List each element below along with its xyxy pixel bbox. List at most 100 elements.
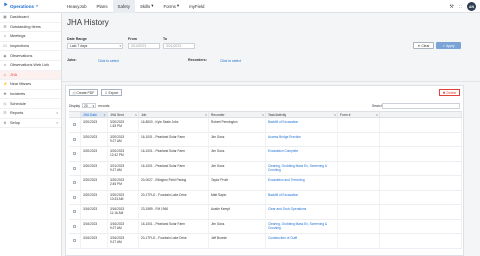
checkbox[interactable] [73, 123, 76, 126]
column-label: Form # [340, 112, 351, 117]
jha-icon: ⚠ [3, 72, 7, 77]
checkbox[interactable] [73, 195, 76, 199]
table-row[interactable]: 3/20/2023 3/20/2023 12:42 PM 16-1001 - Pea… [69, 147, 462, 162]
near-miss-icon: ⚡ [3, 82, 8, 87]
checkbox[interactable] [73, 210, 76, 213]
sidebar-item-label: Meetings [10, 34, 26, 39]
sidebar-item-incidents[interactable]: ✚ Incidents [0, 90, 61, 100]
cell-job: 16-1001 - Pearland Solar Farm [139, 161, 209, 175]
close-icon: ✕ [417, 43, 421, 48]
table-row[interactable]: 3/20/2023 3/21/2023 9:27 AM 16-1001 - Pear… [69, 161, 462, 176]
column-select[interactable] [69, 112, 81, 117]
sidebar-item-jha[interactable]: ⚠ JHA [0, 70, 61, 81]
table-row[interactable]: 3/20/2023 3/20/2023 10:33 AM 20-1TFLD - Fo… [69, 190, 462, 205]
brand-name: Operations [9, 3, 35, 9]
clear-button[interactable]: ✕ Clear [413, 42, 434, 49]
avatar[interactable]: AN [467, 2, 476, 11]
table-row[interactable]: 3/20/2023 3/20/2023 1:53 PM 16-8000 - Kyle… [69, 118, 462, 133]
column-form-number[interactable]: Form # ⇅ [338, 112, 380, 117]
sidebar-item-observations-web-link[interactable]: ∞ Observations Web Link [0, 61, 61, 71]
nav-heavyjob[interactable]: HeavyJob [62, 0, 92, 13]
table-row[interactable]: 3/16/2023 3/16/2023 9:27 AM 16-1001 - Pear… [69, 219, 462, 234]
chevron-down-icon: ▾ [151, 3, 154, 8]
cell-jha-sent: 3/20/2023 12:42 PM [108, 147, 139, 161]
tools-icon[interactable]: ⚒ [449, 4, 453, 10]
cell-jha-date: 3/20/2023 [81, 132, 108, 146]
nav-myfield[interactable]: myField [184, 0, 209, 13]
export-button[interactable]: ⇩ Export [101, 89, 122, 96]
chevron-down-icon: ▾ [119, 44, 121, 48]
nav-label: myField [189, 3, 205, 9]
cell-jha-date: 3/16/2023 [81, 234, 108, 248]
cell-job: 16-1001 - Pearland Solar Farm [139, 132, 209, 146]
inspections-icon: ☑ [3, 44, 7, 49]
sidebar-item-near-misses[interactable]: ⚡ Near Misses [0, 80, 61, 90]
cell-recorder: Austin Kempf [209, 205, 266, 219]
nav-safety[interactable]: Safety [112, 0, 135, 13]
delete-button[interactable]: ✖ Delete [439, 89, 460, 96]
cell-task-activity[interactable]: Construction of Outfl [266, 234, 338, 248]
top-right-controls: ⚒ ∷ AN [449, 2, 476, 11]
checkbox[interactable] [73, 152, 76, 155]
column-jha-date[interactable]: JHA Date ▼ [81, 112, 108, 117]
sidebar-item-observations[interactable]: ◉ Observations [0, 51, 61, 61]
cell-task-activity[interactable]: Backfill of Excavation [266, 190, 338, 204]
search-input[interactable] [382, 103, 460, 109]
row-checkbox [69, 234, 81, 248]
to-date-input[interactable]: 3/21/2023 [163, 43, 195, 49]
gear-icon: ⚙ [3, 120, 7, 125]
checkbox[interactable] [73, 137, 76, 141]
sidebar-item-schedule[interactable]: ◷ Schedule [0, 99, 61, 109]
apps-grid-icon[interactable]: ∷ [459, 4, 462, 10]
sidebar-item-label: Outstanding Items [10, 24, 41, 29]
column-job[interactable]: Job ⇅ [139, 112, 209, 117]
recorders-select-link[interactable]: Click to select [220, 59, 241, 63]
cell-jha-date: 3/20/2023 [81, 118, 108, 132]
cell-jha-date: 3/20/2023 [81, 161, 108, 175]
sidebar-item-setup[interactable]: ⚙ Setup ▾ [0, 119, 61, 129]
checkbox[interactable] [73, 224, 76, 228]
checkbox[interactable] [73, 181, 76, 184]
table-row[interactable]: 3/16/2023 3/16/2023 9:27 AM 20-1TFLD - Fou… [69, 234, 462, 249]
app-switcher[interactable]: ⯈ Operations ▾ [0, 3, 62, 10]
cell-jha-date: 3/16/2023 [81, 219, 108, 233]
cell-task-activity[interactable]: Clearing, Grubbing Mass Ex, Screening & … [266, 161, 338, 175]
checkbox[interactable] [73, 166, 76, 170]
page-size-select[interactable]: 20 ▾ [82, 103, 97, 108]
sidebar-item-inspections[interactable]: ☑ Inspections [0, 42, 61, 52]
cell-form-number [338, 132, 380, 146]
trash-icon: ✖ [442, 90, 446, 95]
cell-task-activity[interactable]: Clearing, Grubbing Mass Ex, Screening & … [266, 219, 338, 233]
nav-skills[interactable]: Skills ▾ [135, 0, 158, 13]
column-recorder[interactable]: Recorder ⇅ [209, 112, 266, 117]
table-row[interactable]: 3/20/2023 3/20/2023 9:27 AM 16-1001 - Pear… [69, 132, 462, 147]
cell-task-activity[interactable]: Clear and Grub Operations [266, 205, 338, 219]
nav-label: Plans [96, 3, 108, 9]
column-jha-sent[interactable]: JHA Sent ⇅ [108, 112, 139, 117]
checkbox[interactable] [73, 239, 76, 242]
sidebar-item-reports[interactable]: ☷ Reports ▾ [0, 109, 61, 119]
cell-task-activity[interactable]: Excavation and Trenching [266, 176, 338, 190]
nav-plans[interactable]: Plans [92, 0, 113, 13]
sidebar-item-label: Setup [10, 120, 20, 125]
cell-jha-sent: 3/21/2023 9:27 AM [108, 161, 139, 175]
check-icon: ✓ [442, 43, 446, 48]
table-row[interactable]: 3/16/2023 3/16/2023 11:16 AM 23-1989 - FM … [69, 205, 462, 220]
table-row[interactable]: 3/20/2023 3/20/2023 2:45 PM 20-0027 - Elli… [69, 176, 462, 191]
jobs-select-link[interactable]: Click to select [98, 59, 119, 63]
create-pdf-button[interactable]: ⎙ Create PDF [69, 89, 98, 96]
cell-task-activity[interactable]: Access Bridge Erection [266, 132, 338, 146]
nav-forms[interactable]: Forms ▾ [158, 0, 184, 13]
sidebar-item-meetings[interactable]: ☺ Meetings [0, 32, 61, 42]
column-task-activity[interactable]: Task/Activity ⇅ [266, 112, 338, 117]
apply-label: Apply [446, 43, 455, 48]
sidebar-item-outstanding-items[interactable]: ☰ Outstanding Items [0, 23, 61, 33]
from-date-input[interactable]: 3/14/2023 [128, 43, 160, 49]
sidebar-item-dashboard[interactable]: ▦ Dashboard [0, 13, 61, 23]
cell-task-activity[interactable]: Excavation Complete [266, 147, 338, 161]
date-range-select[interactable]: Last 7 days ▾ [67, 43, 123, 49]
cell-recorder: Matt Sapio [209, 190, 266, 204]
chevron-down-icon: ▾ [176, 3, 180, 8]
cell-task-activity[interactable]: Backfill of Excavation [266, 118, 338, 132]
apply-button[interactable]: ✓ Apply [436, 42, 461, 49]
